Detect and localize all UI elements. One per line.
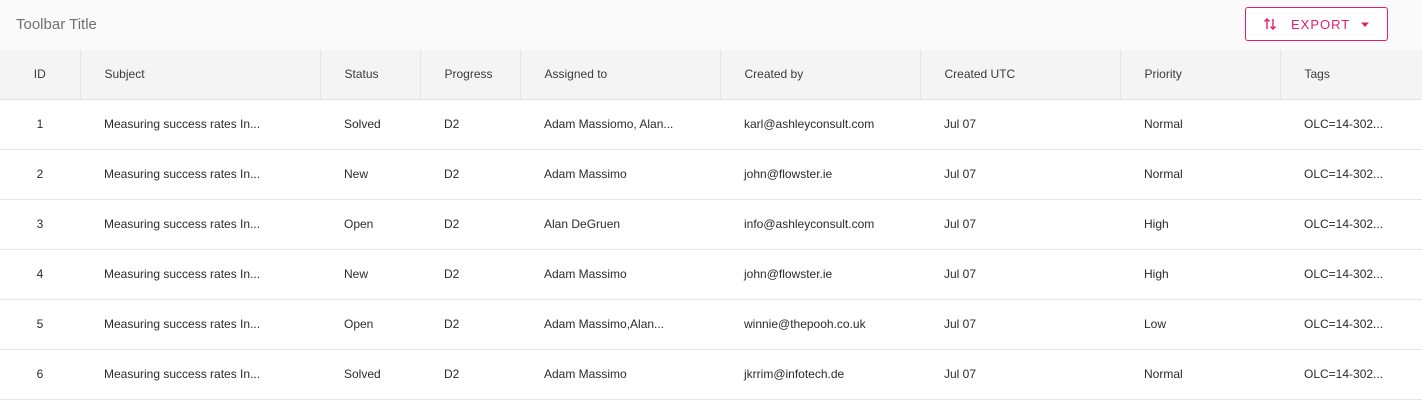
cell-subject: Measuring success rates In...	[80, 249, 320, 300]
cell-tags: OLC=14-302...	[1280, 99, 1422, 150]
cell-assigned-to: Adam Massimo	[520, 249, 720, 300]
caret-down-icon	[1361, 22, 1369, 27]
cell-priority: High	[1120, 249, 1280, 300]
cell-status: Solved	[320, 99, 420, 150]
table-row[interactable]: 6 Measuring success rates In... Solved D…	[0, 349, 1422, 400]
data-grid: ID Subject Status Progress Assigned to C…	[0, 50, 1422, 400]
export-button[interactable]: EXPORT	[1245, 7, 1388, 41]
cell-priority: Normal	[1120, 99, 1280, 150]
cell-id: 5	[0, 299, 80, 350]
cell-id: 6	[0, 349, 80, 400]
cell-created-utc: Jul 07	[920, 299, 1120, 350]
cell-created-by: karl@ashleyconsult.com	[720, 99, 920, 150]
cell-assigned-to: Adam Massimo	[520, 149, 720, 200]
cell-id: 3	[0, 199, 80, 250]
cell-progress: D2	[420, 349, 520, 400]
cell-tags: OLC=14-302...	[1280, 249, 1422, 300]
column-header-status[interactable]: Status	[320, 50, 421, 100]
cell-status: Open	[320, 299, 420, 350]
cell-status: New	[320, 149, 420, 200]
cell-tags: OLC=14-302...	[1280, 349, 1422, 400]
cell-progress: D2	[420, 199, 520, 250]
table-row[interactable]: 3 Measuring success rates In... Open D2 …	[0, 199, 1422, 250]
cell-created-by: john@flowster.ie	[720, 149, 920, 200]
cell-priority: Normal	[1120, 149, 1280, 200]
cell-subject: Measuring success rates In...	[80, 199, 320, 250]
cell-status: New	[320, 249, 420, 300]
cell-assigned-to: Adam Massiomo, Alan...	[520, 99, 720, 150]
toolbar: Toolbar Title EXPORT	[0, 0, 1422, 50]
table-row[interactable]: 4 Measuring success rates In... New D2 A…	[0, 249, 1422, 300]
column-header-tags[interactable]: Tags	[1280, 50, 1422, 100]
table-row[interactable]: 5 Measuring success rates In... Open D2 …	[0, 299, 1422, 350]
column-header-created-utc[interactable]: Created UTC	[920, 50, 1121, 100]
cell-created-utc: Jul 07	[920, 149, 1120, 200]
table-row[interactable]: 2 Measuring success rates In... New D2 A…	[0, 149, 1422, 200]
column-header-priority[interactable]: Priority	[1120, 50, 1281, 100]
cell-progress: D2	[420, 249, 520, 300]
column-header-progress[interactable]: Progress	[420, 50, 521, 100]
export-button-label: EXPORT	[1291, 17, 1351, 32]
column-header-created-by[interactable]: Created by	[720, 50, 921, 100]
column-header-assigned-to[interactable]: Assigned to	[520, 50, 721, 100]
cell-progress: D2	[420, 299, 520, 350]
cell-id: 4	[0, 249, 80, 300]
cell-subject: Measuring success rates In...	[80, 99, 320, 150]
cell-subject: Measuring success rates In...	[80, 349, 320, 400]
cell-created-utc: Jul 07	[920, 99, 1120, 150]
table-row[interactable]: 1 Measuring success rates In... Solved D…	[0, 99, 1422, 150]
cell-tags: OLC=14-302...	[1280, 199, 1422, 250]
cell-assigned-to: Adam Massimo,Alan...	[520, 299, 720, 350]
cell-priority: Normal	[1120, 349, 1280, 400]
cell-created-utc: Jul 07	[920, 199, 1120, 250]
column-header-subject[interactable]: Subject	[80, 50, 321, 100]
cell-created-utc: Jul 07	[920, 349, 1120, 400]
header-row: ID Subject Status Progress Assigned to C…	[0, 50, 1422, 100]
cell-tags: OLC=14-302...	[1280, 299, 1422, 350]
cell-priority: High	[1120, 199, 1280, 250]
cell-id: 2	[0, 149, 80, 200]
cell-created-by: info@ashleyconsult.com	[720, 199, 920, 250]
column-header-id[interactable]: ID	[0, 50, 81, 100]
cell-assigned-to: Alan DeGruen	[520, 199, 720, 250]
cell-subject: Measuring success rates In...	[80, 299, 320, 350]
cell-progress: D2	[420, 149, 520, 200]
cell-created-utc: Jul 07	[920, 249, 1120, 300]
cell-assigned-to: Adam Massimo	[520, 349, 720, 400]
cell-created-by: jkrrim@infotech.de	[720, 349, 920, 400]
cell-created-by: john@flowster.ie	[720, 249, 920, 300]
cell-status: Solved	[320, 349, 420, 400]
cell-subject: Measuring success rates In...	[80, 149, 320, 200]
sort-icon	[1264, 18, 1276, 30]
cell-progress: D2	[420, 99, 520, 150]
cell-status: Open	[320, 199, 420, 250]
cell-tags: OLC=14-302...	[1280, 149, 1422, 200]
cell-created-by: winnie@thepooh.co.uk	[720, 299, 920, 350]
cell-priority: Low	[1120, 299, 1280, 350]
toolbar-title: Toolbar Title	[16, 16, 97, 33]
cell-id: 1	[0, 99, 80, 150]
